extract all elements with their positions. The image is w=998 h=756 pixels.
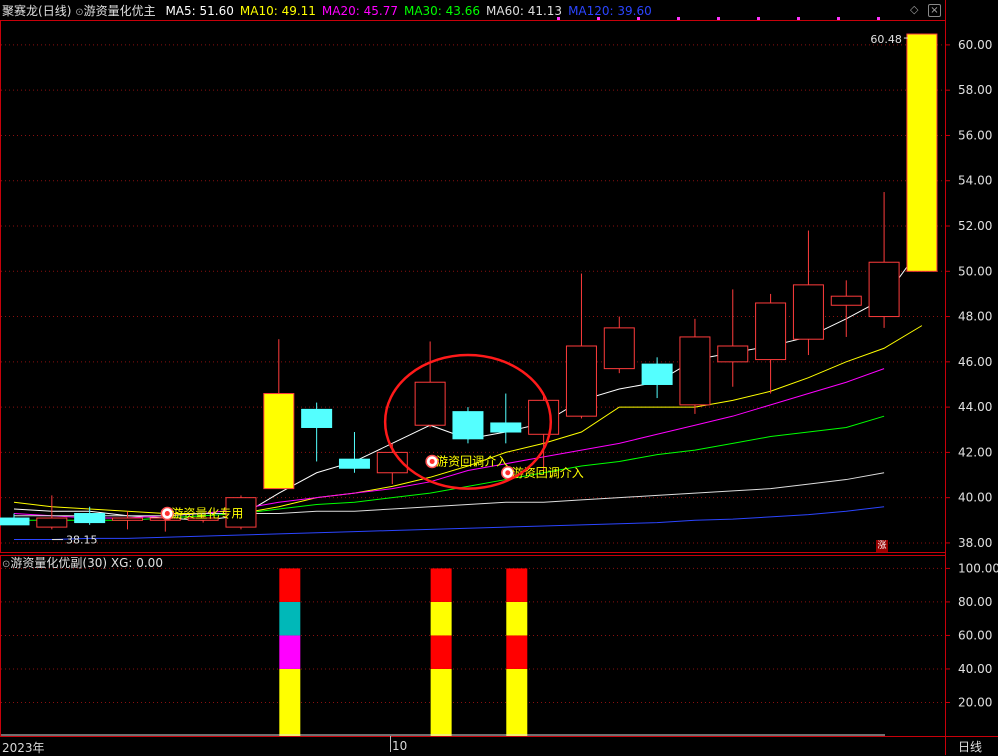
sub-y-tick-label: 40.00 [958,662,992,676]
signal-bar-segment [279,635,301,669]
signal-bar-segment [279,601,301,636]
header-dot-marker [877,17,880,20]
candle-body [414,381,446,426]
signal-bar-segment [506,635,528,669]
candle-body [868,261,900,318]
signal-bar-segment [279,668,301,736]
candle-body [338,458,370,469]
signal-annotation-label: 游资量化专用 [171,506,243,521]
signal-bar-segment [430,601,452,636]
sub-y-tick-label: 60.00 [958,628,992,642]
header-dot-marker [557,17,560,20]
candle-body [36,517,68,528]
sub-y-tick-label: 80.00 [958,595,992,609]
candle-body [528,399,560,435]
header-dot-marker [597,17,600,20]
main-y-tick-label: 40.00 [958,491,992,505]
signal-bar-segment [430,668,452,736]
signal-bar-segment [279,568,301,602]
candle-body [717,345,749,363]
main-y-tick-label: 50.00 [958,264,992,278]
main-y-tick-label: 52.00 [958,219,992,233]
candle-body [679,336,711,406]
candle-body [792,284,824,340]
candle-body [74,513,106,524]
signal-badge-dot-icon [429,458,435,464]
candle-body [565,345,597,417]
signal-bar-segment [506,601,528,636]
signal-bar-segment [430,635,452,669]
candle-body [641,363,673,385]
header-dot-marker [717,17,720,20]
main-y-tick-label: 60.00 [958,38,992,52]
header-dot-marker [757,17,760,20]
candle-body [111,517,143,521]
ma-line-ma5 [13,246,923,521]
header-dot-marker [797,17,800,20]
min-price-label: 38.15 [66,534,98,547]
main-y-tick-label: 54.00 [958,174,992,188]
main-y-tick-label: 42.00 [958,445,992,459]
candle-body [452,411,484,440]
sub-y-tick-label: 100.00 [958,561,998,575]
header-dot-marker [677,17,680,20]
max-price-label: 60.48 [870,33,902,46]
header-dot-marker [837,17,840,20]
candle-body [263,393,295,490]
signal-bar-segment [430,568,452,602]
main-y-tick-label: 38.00 [958,536,992,550]
candle-body [301,408,333,428]
signal-badge-dot-icon [505,470,511,476]
main-y-tick-label: 48.00 [958,310,992,324]
main-y-tick-label: 46.00 [958,355,992,369]
ma-line-ma20 [13,368,885,519]
signal-bar-segment [506,568,528,602]
main-y-tick-label: 44.00 [958,400,992,414]
signal-annotation-label: 游资回调介入 [436,454,508,468]
signal-badge-dot-icon [164,511,170,517]
kline-chart[interactable]: 38.00 40.00 42.00 44.00 46.00 48.00 50.00 52.00… [0,0,998,755]
signal-bar-segment [506,668,528,736]
main-y-tick-label: 56.00 [958,128,992,142]
header-dot-marker [637,17,640,20]
candle-body [603,327,635,370]
candle-body [755,302,787,361]
ma-line-ma120 [14,506,885,541]
candle-body [830,295,862,306]
ma-line-ma60 [14,472,885,517]
sub-panel-border [0,555,946,737]
candle-body [490,422,522,433]
candle-body [0,517,30,526]
main-y-tick-label: 58.00 [958,83,992,97]
candle-body [906,33,938,272]
sub-y-tick-label: 20.00 [958,695,992,709]
